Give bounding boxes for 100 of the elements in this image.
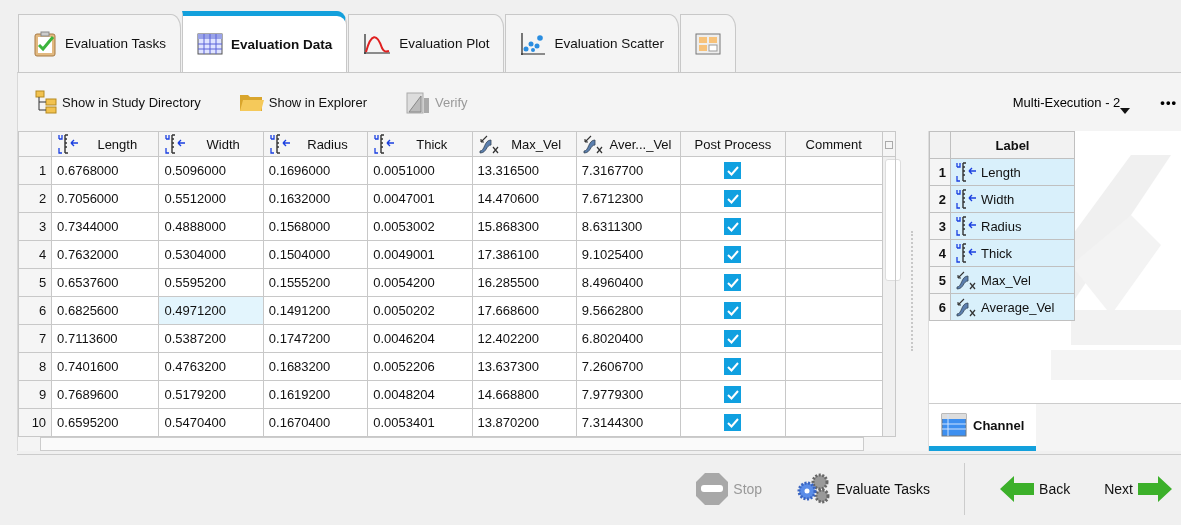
label-cell: Width: [950, 185, 1075, 213]
checkbox[interactable]: [724, 302, 742, 320]
table-cell: 0.5387200: [158, 324, 264, 353]
column-header[interactable]: Comment: [785, 131, 883, 157]
tab[interactable]: Evaluation Tasks: [18, 14, 182, 72]
left-arrow-icon: [999, 475, 1036, 503]
response-icon: [581, 134, 604, 154]
checkbox[interactable]: [724, 218, 742, 236]
scrollbar-thumb[interactable]: [884, 159, 901, 281]
checkbox[interactable]: [724, 190, 742, 208]
checkbox[interactable]: [724, 246, 742, 264]
horizontal-scrollbar[interactable]: [40, 437, 864, 451]
response-icon: [955, 270, 977, 290]
label-cell: Average_Vel: [950, 293, 1075, 321]
tab[interactable]: Evaluation Scatter: [505, 14, 679, 72]
parameter-icon: [955, 189, 977, 209]
checkbox[interactable]: [724, 358, 742, 376]
parameter-icon: [57, 134, 80, 154]
table-cell: 0.0053002: [367, 212, 472, 241]
column-header[interactable]: Thick: [367, 131, 472, 157]
column-header[interactable]: Max_Vel: [472, 131, 577, 157]
row-number: 3: [929, 212, 951, 240]
table-cell: 0.7113600: [51, 324, 159, 353]
checkbox[interactable]: [724, 162, 742, 180]
parameter-icon: [955, 162, 977, 182]
verify-icon: [405, 90, 431, 114]
parameter-icon: [164, 134, 187, 154]
row-number: 10: [18, 408, 52, 437]
table-cell: 0.1555200: [263, 268, 368, 297]
label-cell: Length: [950, 158, 1075, 186]
row-number: 1: [18, 156, 52, 185]
table-cell: 0.0053401: [367, 408, 472, 437]
more-button[interactable]: •••: [1160, 94, 1181, 110]
row-number: 8: [18, 352, 52, 381]
execution-dropdown[interactable]: Multi-Execution - 2: [1012, 94, 1131, 110]
row-number: 3: [18, 212, 52, 241]
table-cell: 0.6768000: [51, 156, 159, 185]
table-cell: 0.0047001: [367, 184, 472, 213]
table-cell: 0.5304000: [158, 240, 264, 269]
table-cell: 13.870200: [472, 408, 577, 437]
clipboard-check-icon: [33, 30, 57, 57]
tab[interactable]: Evaluation Plot: [348, 14, 505, 72]
table-cell: 0.7632000: [51, 240, 159, 269]
row-number: 1: [929, 158, 951, 186]
toolbar-button[interactable]: Show in Study Directory: [34, 90, 201, 114]
response-icon: [477, 134, 500, 154]
table-cell: 0.0052206: [367, 352, 472, 381]
table-cell: 0.7401600: [51, 352, 159, 381]
column-header[interactable]: Length: [51, 131, 159, 157]
table-cell: 9.5662800: [576, 296, 681, 325]
table-cell: 0.1619200: [263, 380, 368, 409]
parameter-icon: [373, 134, 396, 154]
dropdown-caret-icon: [1120, 107, 1131, 114]
evaluate-button[interactable]: Evaluate Tasks: [796, 473, 931, 505]
table-cell: 0.0049001: [367, 240, 472, 269]
table-cell: 0.7689600: [51, 380, 159, 409]
table-cell: 7.3144300: [576, 408, 681, 437]
table-cell: 0.1632000: [263, 184, 368, 213]
column-header[interactable]: Aver..._Vel: [576, 131, 681, 157]
table-cell: 0.1670400: [263, 408, 368, 437]
layout-grid-icon: [694, 32, 721, 55]
table-cell: 0.6595200: [51, 408, 159, 437]
toolbar-button[interactable]: Show in Explorer: [238, 91, 367, 113]
table-cell: 16.285500: [472, 268, 577, 297]
row-number: 2: [929, 185, 951, 213]
table-icon: [197, 33, 224, 55]
row-number: 4: [18, 240, 52, 269]
column-header[interactable]: Post Process: [680, 131, 786, 157]
back-button[interactable]: Back: [999, 475, 1071, 503]
tab[interactable]: Channel: [929, 404, 1037, 451]
table-cell: 0.1696000: [263, 156, 368, 185]
checkbox[interactable]: [724, 274, 742, 292]
table-cell: 0.0046204: [367, 324, 472, 353]
table-cell: 0.1491200: [263, 296, 368, 325]
checkbox[interactable]: [724, 330, 742, 348]
label-cell: Radius: [950, 212, 1075, 240]
table-cell: 0.1504000: [263, 240, 368, 269]
column-header[interactable]: Width: [158, 131, 264, 157]
table-cell: 0.5179200: [158, 380, 264, 409]
table-cell: 0.7056000: [51, 184, 159, 213]
table-cell: 0.5096000: [158, 156, 264, 185]
table-cell: 7.6712300: [576, 184, 681, 213]
column-header[interactable]: Radius: [263, 131, 368, 157]
tab[interactable]: [679, 14, 736, 72]
table-cell: 7.3167700: [576, 156, 681, 185]
parameter-icon: [955, 216, 977, 236]
table-cell: 0.0051000: [367, 156, 472, 185]
table-cell: 0.4971200: [158, 296, 264, 325]
stop-icon: [695, 472, 730, 506]
label-cell: Thick: [950, 239, 1075, 267]
tab[interactable]: Evaluation Data: [182, 11, 348, 72]
column-header[interactable]: Label: [950, 131, 1075, 159]
table-cell: 13.637300: [472, 352, 577, 381]
checkbox[interactable]: [724, 414, 742, 432]
next-button[interactable]: Next: [1104, 475, 1173, 503]
row-number: 2: [18, 184, 52, 213]
parameter-icon: [268, 134, 291, 154]
row-number: 6: [18, 296, 52, 325]
checkbox[interactable]: [724, 386, 742, 404]
table-cell: 0.4888000: [158, 212, 264, 241]
